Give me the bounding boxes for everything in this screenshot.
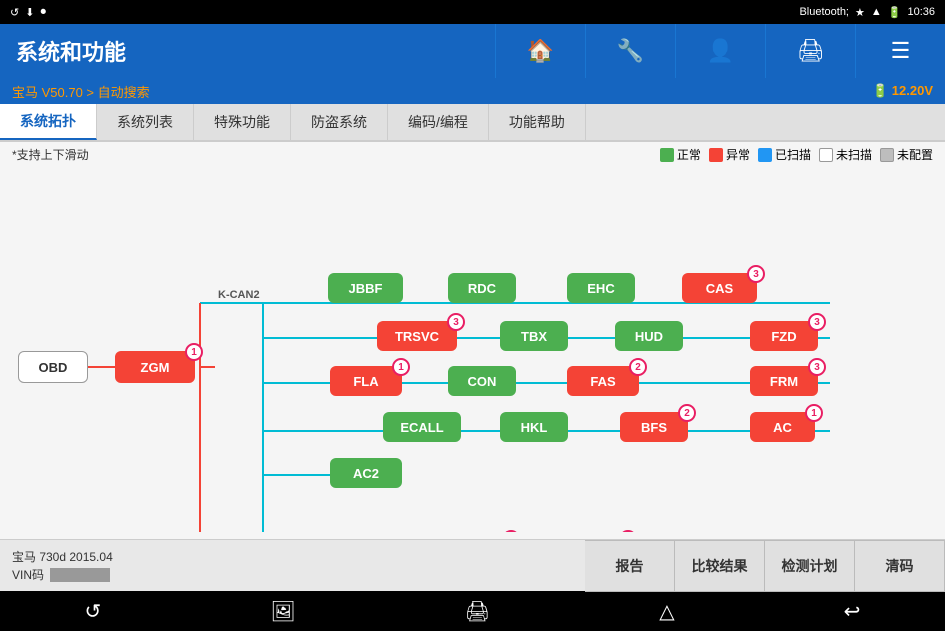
- car-model: 宝马 730d 2015.04: [12, 548, 573, 566]
- legend-unscanned: 未扫描: [819, 146, 872, 163]
- badge-fzd: 3: [808, 313, 826, 331]
- status-bar: ↺ ⬇ ⏺ Bluetooth; ★ ▲ 🔋 10:36: [0, 0, 945, 24]
- tab-function-help[interactable]: 功能帮助: [489, 104, 586, 140]
- battery-icon: 🔋: [888, 6, 902, 19]
- node-ehc[interactable]: EHC: [567, 273, 635, 303]
- legend-bar: *支持上下滑动 正常 异常 已扫描 未扫描 未配置: [0, 142, 945, 163]
- legend-unconfigured-label: 未配置: [897, 146, 933, 163]
- tab-coding[interactable]: 编码/编程: [388, 104, 489, 140]
- legend-scanned: 已扫描: [758, 146, 811, 163]
- compare-results-button[interactable]: 比较结果: [675, 540, 765, 592]
- system-diagram: K-CAN2 FLEXRAY OBD ZGM 1 JBBF RDC EHC CA…: [0, 163, 945, 532]
- time-display: 10:36: [907, 6, 935, 18]
- back-icon: ↺: [10, 6, 19, 19]
- node-fas[interactable]: FAS 2: [567, 366, 639, 396]
- download-icon: ⬇: [25, 6, 34, 19]
- user-button[interactable]: 👤: [675, 24, 765, 78]
- node-ac[interactable]: AC 1: [750, 412, 815, 442]
- voltage-display: 🔋 12.20V: [872, 83, 933, 99]
- node-rdc[interactable]: RDC: [448, 273, 516, 303]
- header-icons: 🏠 🔧 👤 🖨 ☰: [495, 24, 945, 78]
- badge-cas: 3: [747, 265, 765, 283]
- breadcrumb: 宝马 V50.70 > 自动搜索 🔋 12.20V: [0, 78, 945, 104]
- badge-fas: 2: [629, 358, 647, 376]
- legend-gray-box: [880, 148, 894, 162]
- node-frm[interactable]: FRM 3: [750, 366, 818, 396]
- legend-normal-label: 正常: [677, 146, 701, 163]
- legend-unscanned-label: 未扫描: [836, 146, 872, 163]
- wifi-icon: ★: [855, 6, 865, 19]
- test-plan-button[interactable]: 检测计划: [765, 540, 855, 592]
- header: 系统和功能 🏠 🔧 👤 🖨 ☰: [0, 24, 945, 78]
- badge-ac: 1: [805, 404, 823, 422]
- bluetooth-icon: Bluetooth;: [799, 6, 849, 18]
- tab-system-topology[interactable]: 系统拓扑: [0, 104, 97, 140]
- legend-unconfigured: 未配置: [880, 146, 933, 163]
- bottom-bar: 宝马 730d 2015.04 VIN码 报告 比较结果 检测计划 清码: [0, 539, 945, 591]
- breadcrumb-path: 宝马 V50.70 > 自动搜索: [12, 82, 150, 101]
- legend-error: 异常: [709, 146, 750, 163]
- android-image-button[interactable]: 🖼: [270, 599, 295, 624]
- tab-system-list[interactable]: 系统列表: [97, 104, 194, 140]
- badge-frm: 3: [808, 358, 826, 376]
- badge-trsvc: 3: [447, 313, 465, 331]
- legend-error-label: 异常: [726, 146, 750, 163]
- android-nav-bar: ↺ 🖼 🖨 △ ↩: [0, 591, 945, 631]
- node-con[interactable]: CON: [448, 366, 516, 396]
- android-home-button[interactable]: △: [659, 599, 674, 624]
- badge-zgm: 1: [185, 343, 203, 361]
- main-content: *支持上下滑动 正常 异常 已扫描 未扫描 未配置: [0, 142, 945, 539]
- android-back-button[interactable]: ↩: [844, 599, 861, 624]
- diagram-inner: K-CAN2 FLEXRAY OBD ZGM 1 JBBF RDC EHC CA…: [0, 163, 940, 532]
- legend-green-box: [660, 148, 674, 162]
- record-icon: ⏺: [40, 6, 46, 19]
- legend-normal: 正常: [660, 146, 701, 163]
- tab-special-function[interactable]: 特殊功能: [194, 104, 291, 140]
- node-tbx[interactable]: TBX: [500, 321, 568, 351]
- android-print-button[interactable]: 🖨: [465, 599, 490, 624]
- node-ecall[interactable]: ECALL: [383, 412, 461, 442]
- node-obd[interactable]: OBD: [18, 351, 88, 383]
- android-refresh-button[interactable]: ↺: [85, 599, 102, 624]
- clear-codes-button[interactable]: 清码: [855, 540, 945, 592]
- node-fla[interactable]: FLA 1: [330, 366, 402, 396]
- kcan-label: K-CAN2: [218, 289, 260, 301]
- badge-bfs: 2: [678, 404, 696, 422]
- node-bfs[interactable]: BFS 2: [620, 412, 688, 442]
- print-button[interactable]: 🖨: [765, 24, 855, 78]
- node-ac2[interactable]: AC2: [330, 458, 402, 488]
- legend-scanned-label: 已扫描: [775, 146, 811, 163]
- nav-tabs: 系统拓扑 系统列表 特殊功能 防盗系统 编码/编程 功能帮助: [0, 104, 945, 142]
- node-fzd[interactable]: FZD 3: [750, 321, 818, 351]
- node-zgm[interactable]: ZGM 1: [115, 351, 195, 383]
- status-bar-right: Bluetooth; ★ ▲ 🔋 10:36: [799, 6, 935, 19]
- node-trsvc[interactable]: TRSVC 3: [377, 321, 457, 351]
- legend-blue-box: [758, 148, 772, 162]
- report-button[interactable]: 报告: [585, 540, 675, 592]
- legend-red-box: [709, 148, 723, 162]
- tools-button[interactable]: 🔧: [585, 24, 675, 78]
- car-info: 宝马 730d 2015.04 VIN码: [0, 544, 585, 588]
- home-button[interactable]: 🏠: [495, 24, 585, 78]
- signal-icon: ▲: [871, 6, 882, 18]
- tab-anti-theft[interactable]: 防盗系统: [291, 104, 388, 140]
- node-hud[interactable]: HUD: [615, 321, 683, 351]
- scroll-note: *支持上下滑动: [12, 146, 652, 163]
- badge-eps: 1: [619, 530, 637, 532]
- vin-blur: [50, 568, 110, 582]
- badge-fla: 1: [392, 358, 410, 376]
- node-hkl[interactable]: HKL: [500, 412, 568, 442]
- vin-label: VIN码: [12, 566, 44, 584]
- node-cas[interactable]: CAS 3: [682, 273, 757, 303]
- vin-row: VIN码: [12, 566, 573, 584]
- legend-white-box: [819, 148, 833, 162]
- node-jbbf[interactable]: JBBF: [328, 273, 403, 303]
- page-title: 系统和功能: [0, 35, 495, 67]
- badge-icm: 1: [502, 530, 520, 532]
- menu-button[interactable]: ☰: [855, 24, 945, 78]
- status-bar-left: ↺ ⬇ ⏺: [10, 6, 46, 19]
